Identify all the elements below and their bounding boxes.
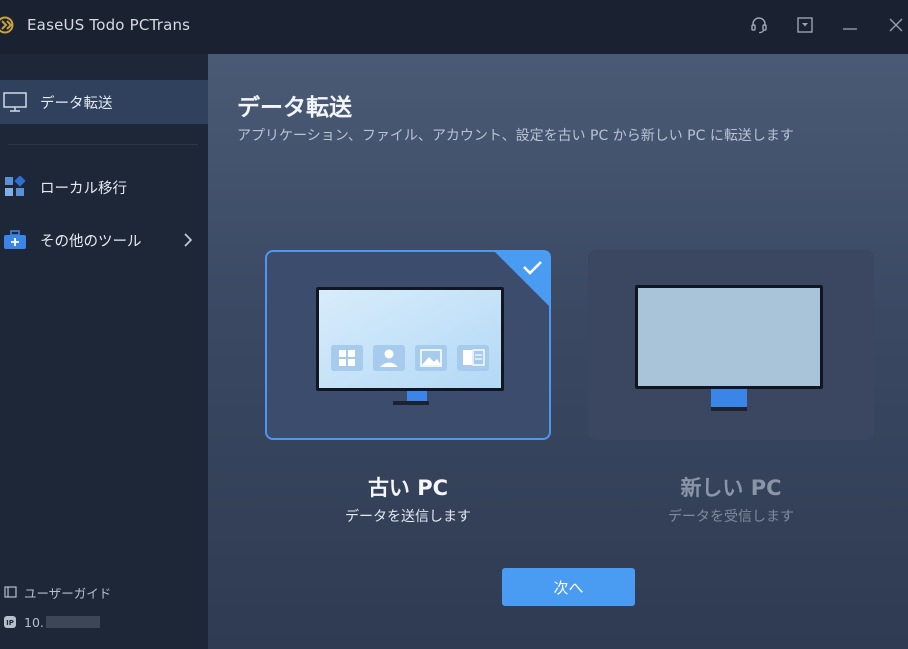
page-title: データ転送 <box>237 95 352 121</box>
close-icon <box>889 18 903 32</box>
minimize-icon <box>843 28 857 30</box>
menu-button[interactable] <box>794 14 816 36</box>
document-tile-icon <box>457 345 489 371</box>
support-icon <box>751 17 767 34</box>
next-button[interactable]: 次へ <box>502 568 635 606</box>
chevron-right-icon <box>184 233 193 247</box>
old-pc-title: 古い PC <box>367 476 449 500</box>
sidebar-item-local-migration[interactable]: ローカル移行 <box>0 165 208 209</box>
title-bar: EaseUS Todo PCTrans <box>0 0 908 54</box>
book-icon <box>4 586 17 598</box>
apps-grid-icon <box>5 176 26 196</box>
sidebar-item-data-transfer[interactable]: データ転送 <box>0 80 208 124</box>
ip-address: IP 10. <box>0 612 208 632</box>
user-guide-link[interactable]: ユーザーガイド <box>0 582 208 602</box>
close-button[interactable] <box>885 14 907 36</box>
new-pc-card[interactable] <box>588 250 874 440</box>
app-title: EaseUS Todo PCTrans <box>27 16 191 34</box>
old-pc-subtitle: データを送信します <box>345 509 471 525</box>
main-panel: データ転送 アプリケーション、ファイル、アカウント、設定を古い PC から新しい… <box>208 54 908 649</box>
apps-tile-icon <box>331 345 363 371</box>
support-button[interactable] <box>748 14 770 36</box>
old-pc-illustration <box>316 287 504 405</box>
new-pc-title: 新しい PC <box>680 476 782 500</box>
sidebar-item-other-tools[interactable]: その他のツール <box>0 218 208 262</box>
sidebar-divider <box>8 144 198 145</box>
new-pc-illustration <box>635 285 823 411</box>
minimize-button[interactable] <box>839 14 861 36</box>
monitor-icon <box>3 92 27 112</box>
toolbox-icon <box>4 230 26 249</box>
ip-prefix: 10. <box>24 614 44 630</box>
new-pc-subtitle: データを受信します <box>668 509 794 525</box>
sidebar-item-label: その他のツール <box>40 233 142 250</box>
app-logo-icon <box>0 16 14 34</box>
sidebar: データ転送 ローカル移行 その他のツール ユーザーガイド IP 10. <box>0 54 208 649</box>
dropdown-menu-icon <box>797 17 813 33</box>
sidebar-item-label: データ転送 <box>40 95 113 112</box>
sidebar-item-label: ローカル移行 <box>40 180 127 197</box>
old-pc-card[interactable] <box>265 250 551 440</box>
svg-text:IP: IP <box>6 619 14 627</box>
redacted-ip <box>46 616 100 628</box>
page-subtitle: アプリケーション、ファイル、アカウント、設定を古い PC から新しい PC に転… <box>237 128 794 144</box>
account-tile-icon <box>373 345 405 371</box>
image-tile-icon <box>415 345 447 371</box>
user-guide-label: ユーザーガイド <box>24 585 112 601</box>
ip-icon: IP <box>4 616 16 628</box>
